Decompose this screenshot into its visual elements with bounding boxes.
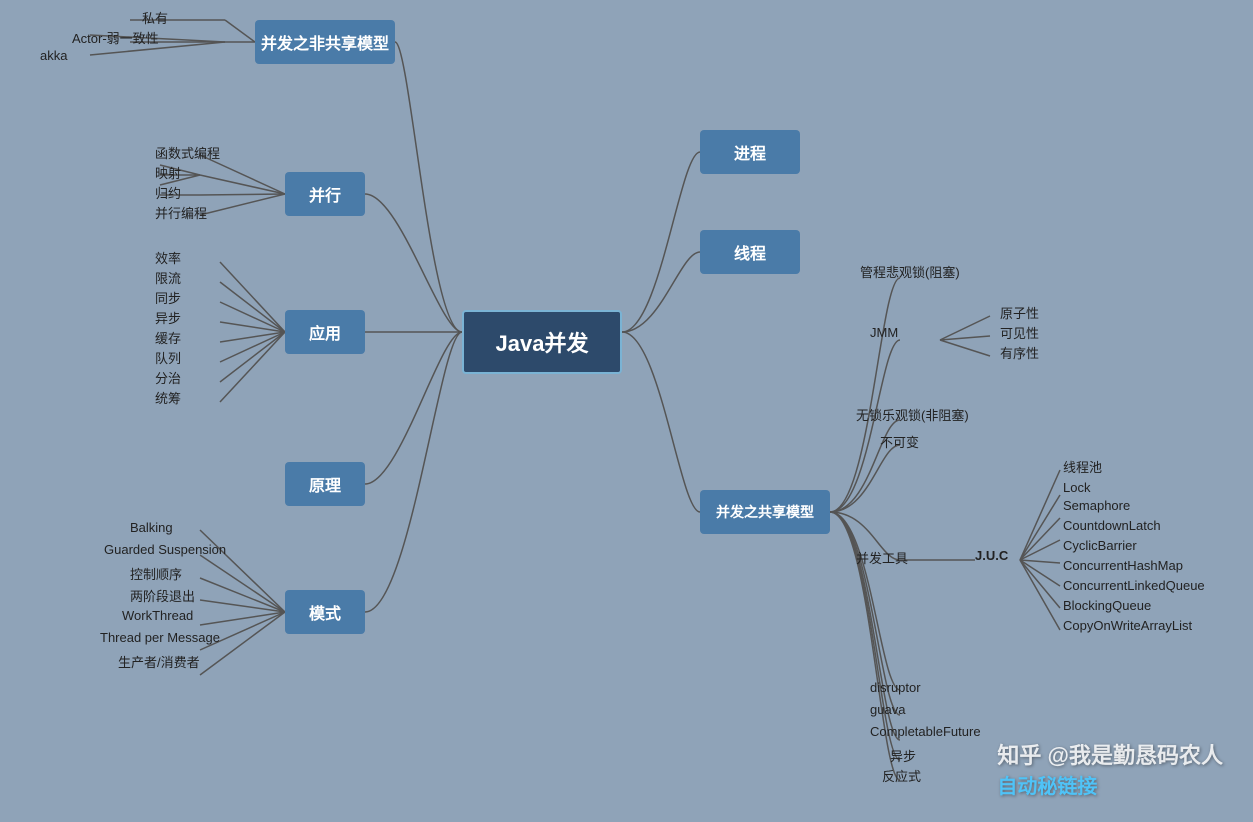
node-center: Java并发 xyxy=(462,310,622,374)
leaf-actor: Actor-弱一致性 xyxy=(72,28,159,47)
leaf-yuanzixing: 原子性 xyxy=(1000,303,1039,322)
node-yingyong: 应用 xyxy=(285,310,365,354)
leaf-guarded: Guarded Suspension xyxy=(104,542,226,557)
watermark-line2: 自动秘链接 xyxy=(997,772,1223,802)
leaf-xianliu: 限流 xyxy=(155,268,181,287)
leaf-copyonwrite: CopyOnWriteArrayList xyxy=(1063,618,1192,633)
leaf-xianchengchi: 线程池 xyxy=(1063,457,1102,476)
watermark-line1: 知乎 @我是勤恳码农人 xyxy=(997,739,1223,772)
leaf-yingshe: 映射 xyxy=(155,163,181,182)
node-gongxiang: 并发之共享模型 xyxy=(700,490,830,534)
leaf-shengchan: 生产者/消费者 xyxy=(118,652,200,671)
leaf-blockingqueue: BlockingQueue xyxy=(1063,598,1151,613)
node-bingxing: 并行 xyxy=(285,172,365,216)
leaf-akka: akka xyxy=(40,48,67,63)
leaf-yibu2: 异步 xyxy=(890,746,916,765)
leaf-lock: Lock xyxy=(1063,480,1090,495)
leaf-liangjietime: 两阶段退出 xyxy=(130,586,195,605)
leaf-juc: J.U.C xyxy=(975,548,1008,563)
node-xiancheng: 线程 xyxy=(700,230,800,274)
node-yuanli: 原理 xyxy=(285,462,365,506)
watermark: 知乎 @我是勤恳码农人 自动秘链接 xyxy=(997,739,1223,802)
leaf-completablefuture: CompletableFuture xyxy=(870,724,981,739)
leaf-bingxingbiancheng: 并行编程 xyxy=(155,203,207,222)
leaf-duilie: 队列 xyxy=(155,348,181,367)
leaf-workthread: WorkThread xyxy=(122,608,193,623)
leaf-tongbu: 同步 xyxy=(155,288,181,307)
leaf-wusuo: 无锁乐观锁(非阻塞) xyxy=(856,405,969,424)
leaf-jmm: JMM xyxy=(870,325,898,340)
node-feixianxing: 并发之非共享模型 xyxy=(255,20,395,64)
leaf-kejianxing: 可见性 xyxy=(1000,323,1039,342)
leaf-hanshu: 函数式编程 xyxy=(155,143,220,162)
leaf-balking: Balking xyxy=(130,520,173,535)
leaf-fenzhi: 分治 xyxy=(155,368,181,387)
leaf-fanyingshi: 反应式 xyxy=(882,766,921,785)
leaf-threadpermsg: Thread per Message xyxy=(100,630,220,645)
leaf-kongzhi: 控制顺序 xyxy=(130,564,182,583)
leaf-concurrentlinkedqueue: ConcurrentLinkedQueue xyxy=(1063,578,1205,593)
leaf-tongchou: 统筹 xyxy=(155,388,181,407)
node-jincheng: 进程 xyxy=(700,130,800,174)
leaf-guava: guava xyxy=(870,702,905,717)
leaf-youxuxing: 有序性 xyxy=(1000,343,1039,362)
leaf-guanCheng: 管程悲观锁(阻塞) xyxy=(860,262,960,281)
leaf-huancun: 缓存 xyxy=(155,328,181,347)
leaf-bingfagongju: 并发工具 xyxy=(856,548,908,567)
leaf-semaphore: Semaphore xyxy=(1063,498,1130,513)
leaf-concurrenthashmap: ConcurrentHashMap xyxy=(1063,558,1183,573)
leaf-guiyue: 归约 xyxy=(155,183,181,202)
leaf-cyclicbarrier: CyclicBarrier xyxy=(1063,538,1137,553)
node-moshi: 模式 xyxy=(285,590,365,634)
leaf-disruptor: disruptor xyxy=(870,680,921,695)
leaf-yibu: 异步 xyxy=(155,308,181,327)
leaf-bukebian: 不可变 xyxy=(880,432,919,451)
leaf-xiaolv: 效率 xyxy=(155,248,181,267)
leaf-siyo: 私有 xyxy=(142,8,168,27)
leaf-countdownlatch: CountdownLatch xyxy=(1063,518,1161,533)
